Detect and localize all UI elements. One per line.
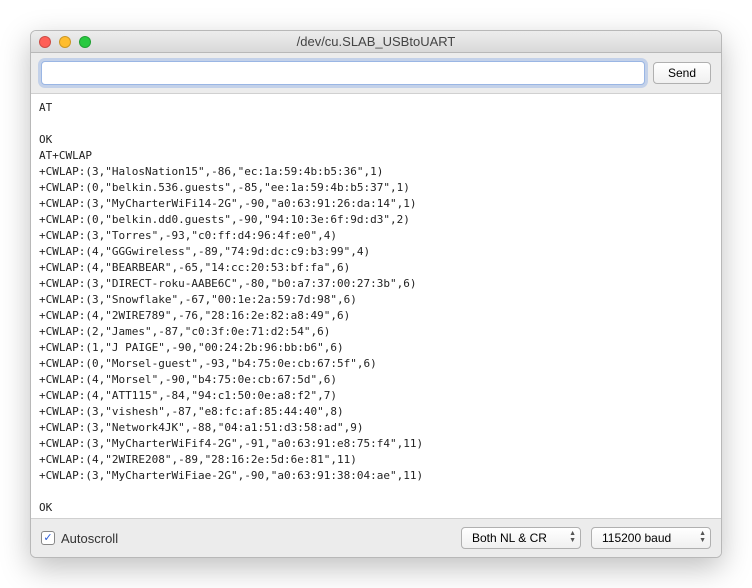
console-output[interactable]: AT OK AT+CWLAP +CWLAP:(3,"HalosNation15"… bbox=[31, 94, 721, 518]
toolbar: Send bbox=[31, 53, 721, 94]
minimize-icon[interactable] bbox=[59, 36, 71, 48]
baud-value: 115200 baud bbox=[602, 531, 671, 545]
send-button[interactable]: Send bbox=[653, 62, 711, 84]
zoom-icon[interactable] bbox=[79, 36, 91, 48]
command-input[interactable] bbox=[41, 61, 645, 85]
autoscroll-checkbox[interactable]: ✓ Autoscroll bbox=[41, 531, 118, 546]
bottombar: ✓ Autoscroll Both NL & CR ▲▼ 115200 baud… bbox=[31, 518, 721, 557]
line-ending-value: Both NL & CR bbox=[472, 531, 547, 545]
close-icon[interactable] bbox=[39, 36, 51, 48]
serial-monitor-window: /dev/cu.SLAB_USBtoUART Send AT OK AT+CWL… bbox=[30, 30, 722, 558]
titlebar: /dev/cu.SLAB_USBtoUART bbox=[31, 31, 721, 53]
baud-select[interactable]: 115200 baud ▲▼ bbox=[591, 527, 711, 549]
chevron-updown-icon: ▲▼ bbox=[569, 530, 576, 544]
window-title: /dev/cu.SLAB_USBtoUART bbox=[31, 34, 721, 49]
autoscroll-label: Autoscroll bbox=[61, 531, 118, 546]
chevron-updown-icon: ▲▼ bbox=[699, 530, 706, 544]
traffic-lights bbox=[39, 36, 91, 48]
check-icon: ✓ bbox=[41, 531, 55, 545]
line-ending-select[interactable]: Both NL & CR ▲▼ bbox=[461, 527, 581, 549]
